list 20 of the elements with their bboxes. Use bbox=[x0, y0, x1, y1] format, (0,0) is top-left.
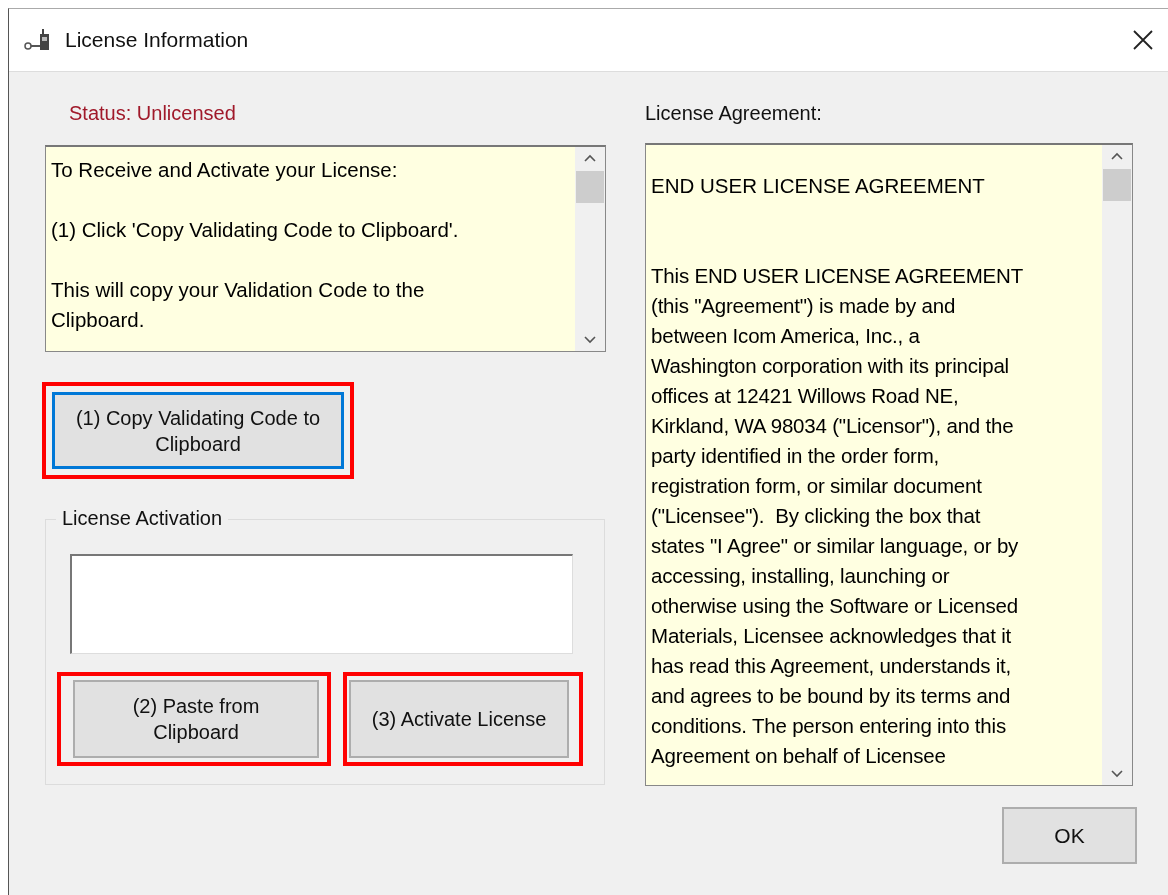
close-icon[interactable] bbox=[1132, 29, 1154, 51]
scroll-up-icon[interactable] bbox=[583, 153, 597, 163]
scroll-down-icon[interactable] bbox=[583, 335, 597, 345]
instruction-text: (1) Click 'Copy Validating Code to Clipboard'. bbox=[51, 217, 460, 243]
scroll-up-icon[interactable] bbox=[1110, 151, 1124, 161]
activate-button[interactable]: (3) Activate License bbox=[349, 680, 569, 758]
scrollbar-thumb[interactable] bbox=[1103, 169, 1131, 201]
ok-button[interactable]: OK bbox=[1002, 807, 1137, 864]
copy-code-button[interactable]: (1) Copy Validating Code to Clipboard bbox=[52, 392, 344, 469]
agreement-heading: END USER LICENSE AGREEMENT bbox=[651, 173, 986, 199]
instruction-text: This will copy your Validation Code to the Clipboard. bbox=[51, 277, 426, 333]
window-title: License Information bbox=[65, 28, 249, 52]
agreement-text: This END USER LICENSE AGREEMENT (this "Agreement") is made by and between Icom America, Inc., a Washington corporation with its principal offices at 12421 Willows Road NE, Kirkland, WA 98034 ("Licensor"), and the party identified in the order form, registration form, or similar document ("Licensee"). By clicking the box that states "I Agree" or similar language, or by accessing, installing, launching or otherwise using the Software or Licensed Materials, Licensee acknowledges that it has read this Agreement, understands it, and agrees to be bound by its terms and conditions. The person entering into this Agreement on behalf of Licensee bbox=[651, 263, 1024, 769]
status-text: Status: Unlicensed bbox=[69, 102, 236, 125]
paste-button[interactable]: (2) Paste from Clipboard bbox=[73, 680, 319, 758]
scroll-down-icon[interactable] bbox=[1110, 769, 1124, 779]
scrollbar-thumb[interactable] bbox=[576, 171, 604, 203]
license-code-field[interactable] bbox=[70, 554, 573, 654]
agreement-label: License Agreement: bbox=[645, 102, 823, 125]
instruction-text: To Receive and Activate your License: bbox=[51, 157, 399, 183]
